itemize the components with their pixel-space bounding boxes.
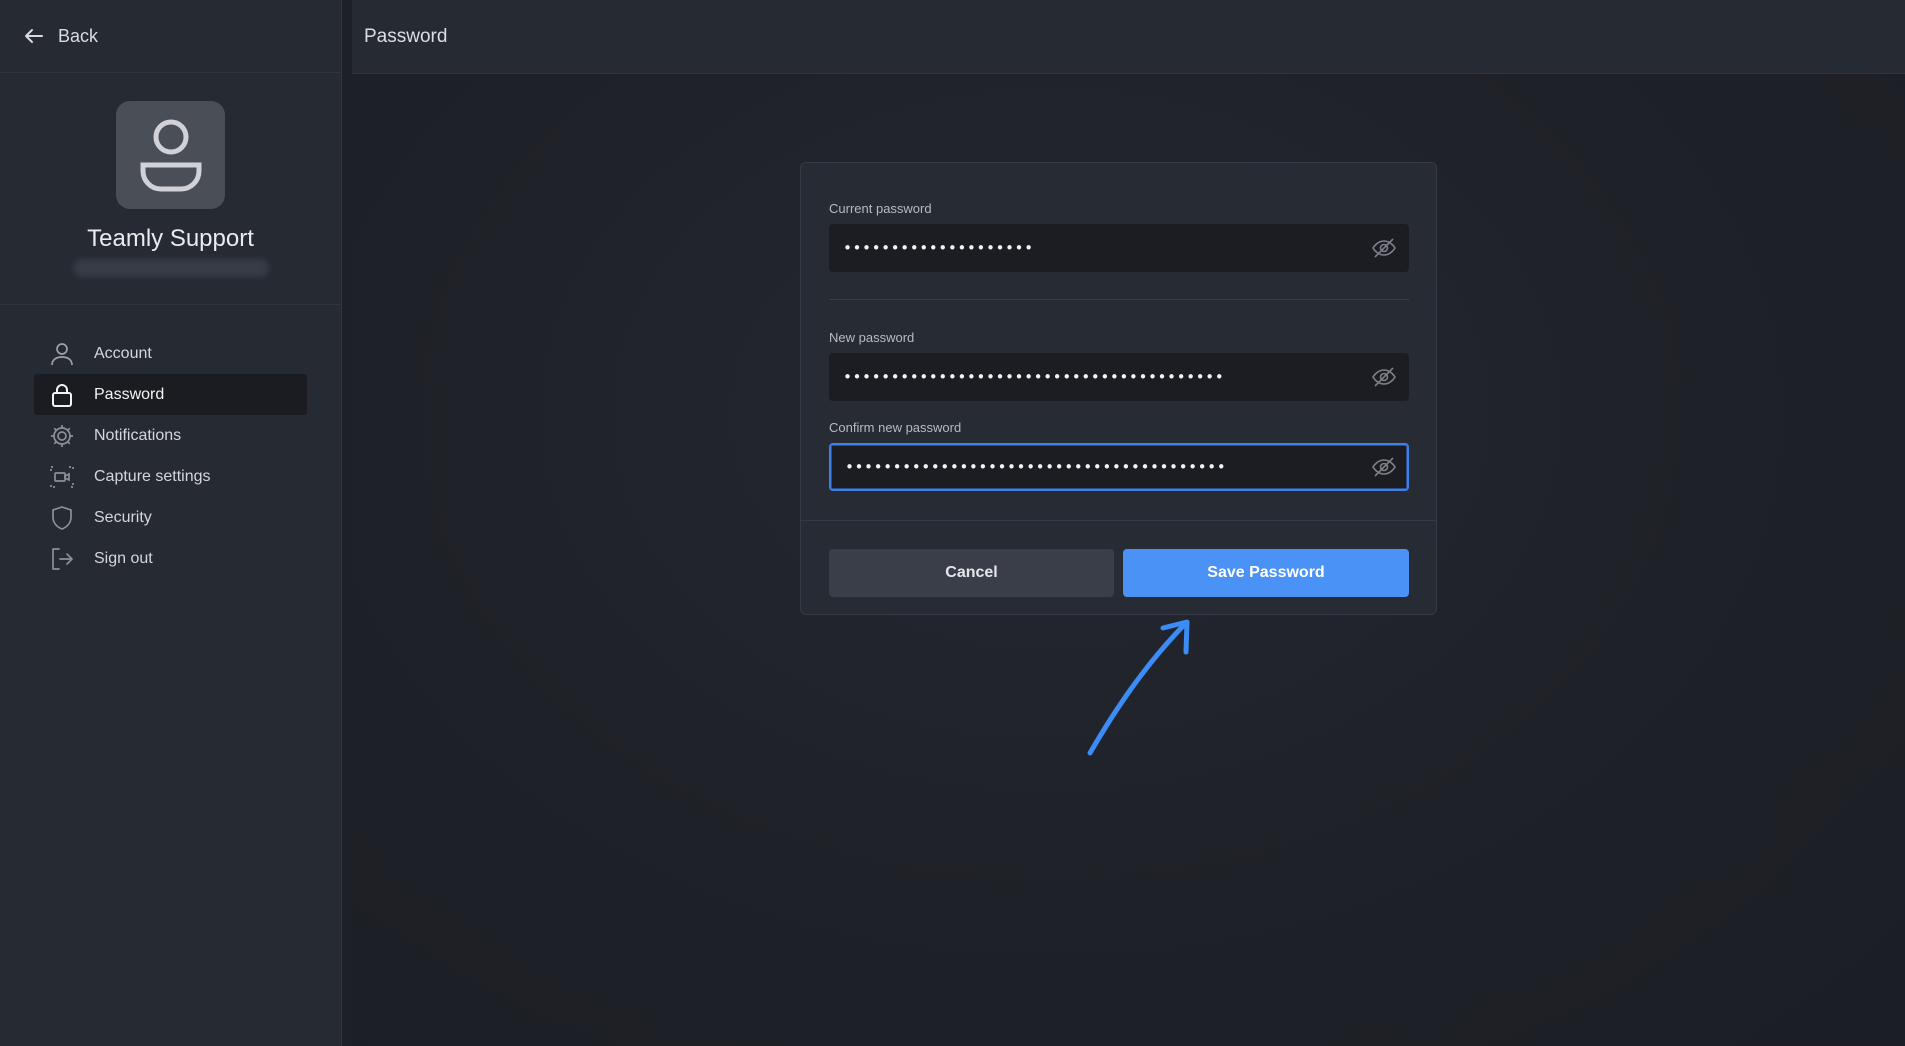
nav-item-sign-out[interactable]: Sign out [34,538,307,579]
new-password-value: •••••••••••••••••••••••••••••••••••••••• [843,368,1225,386]
nav-label-password: Password [94,385,165,403]
new-password-field[interactable]: •••••••••••••••••••••••••••••••••••••••• [829,353,1409,401]
nav-label-security: Security [94,508,152,526]
current-password-value: •••••••••••••••••••• [843,239,1034,257]
shield-icon [48,504,76,532]
eye-off-icon[interactable] [1371,365,1397,389]
confirm-password-field[interactable]: •••••••••••••••••••••••••••••••••••••••• [829,443,1409,491]
confirm-password-label: Confirm new password [829,420,962,435]
new-password-label: New password [829,330,915,345]
back-button[interactable]: Back [0,0,341,73]
nav-label-notifications: Notifications [94,426,182,444]
nav-label-sign-out: Sign out [94,549,153,567]
confirm-password-value: •••••••••••••••••••••••••••••••••••••••• [845,458,1227,476]
current-password-label: Current password [829,201,932,216]
main-header: Password [352,0,1905,74]
gear-icon [48,422,76,450]
capture-icon [48,463,76,491]
app-window: Back Teamly Support Account Password Not… [0,0,1905,1046]
annotation-arrow [1087,619,1190,756]
user-icon [48,340,76,368]
avatar [116,101,225,209]
nav-item-account[interactable]: Account [34,333,307,374]
eye-off-icon[interactable] [1371,455,1397,479]
nav-item-password[interactable]: Password [34,374,307,415]
page-title: Password [364,25,448,47]
change-password-dialog: Current password •••••••••••••••••••• Ne… [800,162,1437,615]
settings-nav: Account Password Notifications Capture s… [0,305,341,579]
nav-item-security[interactable]: Security [34,497,307,538]
profile-card: Teamly Support [0,73,341,305]
back-label: Back [58,25,99,46]
profile-email-redacted [72,259,269,277]
lock-icon [48,381,76,409]
dialog-footer-divider [801,520,1436,521]
save-password-button[interactable]: Save Password [1123,549,1409,597]
nav-label-account: Account [94,344,152,362]
current-password-field[interactable]: •••••••••••••••••••• [829,224,1409,272]
nav-item-capture-settings[interactable]: Capture settings [34,456,307,497]
eye-off-icon[interactable] [1371,236,1397,260]
sign-out-icon [48,545,76,573]
user-avatar-icon [140,119,201,192]
arrow-left-icon [25,29,43,43]
nav-label-capture-settings: Capture settings [94,467,211,485]
nav-item-notifications[interactable]: Notifications [34,415,307,456]
cancel-button[interactable]: Cancel [829,549,1114,597]
section-divider [829,299,1409,300]
sidebar: Back Teamly Support Account Password Not… [0,0,342,1046]
profile-name: Teamly Support [87,225,254,252]
panel-gutter [342,0,352,1046]
